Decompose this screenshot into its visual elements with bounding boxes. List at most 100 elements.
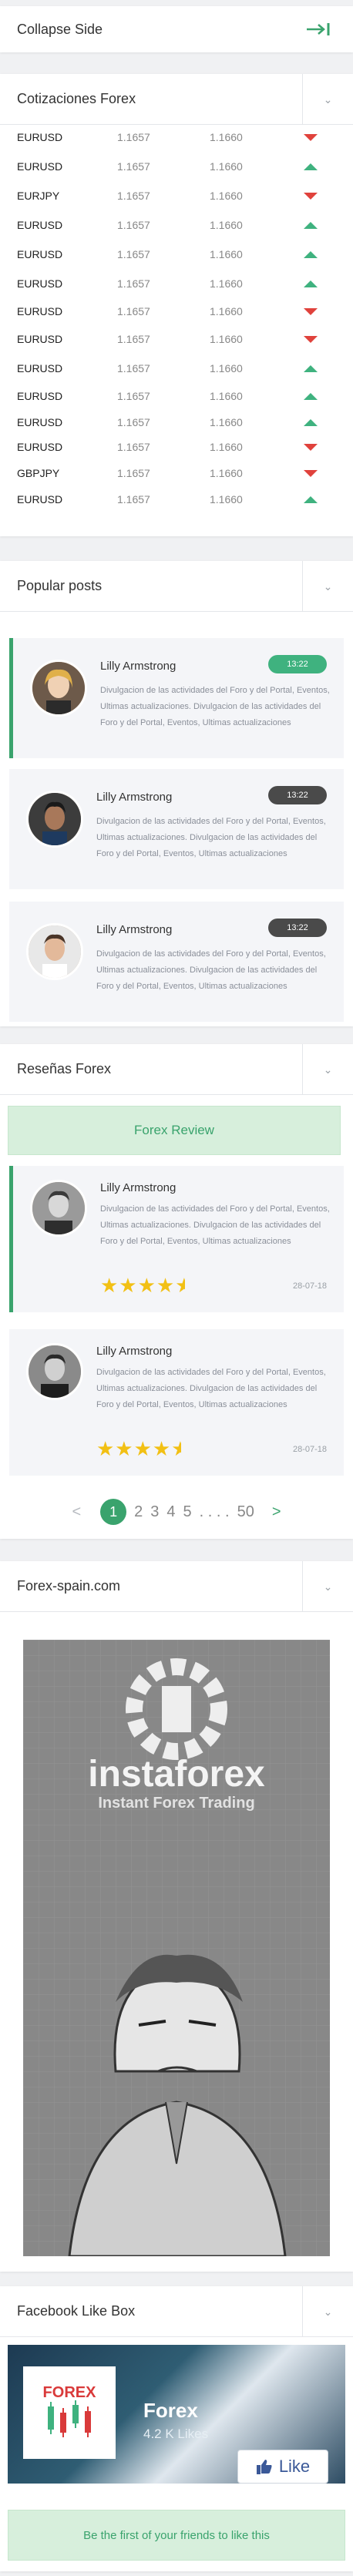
spain-title: Forex-spain.com [17,1578,121,1594]
forex-review-button[interactable]: Forex Review [8,1106,341,1155]
quote-row: EURUSD 1.1657 1.1660 [0,297,353,325]
star-icon: ★★★★ [96,1437,172,1460]
collapse-arrow-icon[interactable] [305,22,331,36]
post-item[interactable]: Lilly Armstrong 13:22 Divulgacion de las… [9,902,344,1022]
bid-price: 1.1657 [117,362,150,374]
avatar [26,923,83,980]
forex-quotes-panel: Cotizaciones Forex ⌄ EURUSD 1.1657 1.1660 E… [0,74,353,536]
arrow-up-icon [304,280,318,287]
chevron-down-icon: ⌄ [323,92,333,106]
instaforex-banner[interactable]: instaforex Instant Forex Trading [23,1640,330,2256]
collapse-panel[interactable]: Collapse Side [0,6,353,52]
page-link[interactable]: 5 [183,1503,192,1521]
ask-price: 1.1660 [210,362,243,374]
ask-price: 1.1660 [210,131,243,143]
time-badge: 13:22 [268,655,327,673]
ask-price: 1.1660 [210,305,243,317]
page-link-active[interactable]: 1 [100,1499,127,1525]
like-label: Like [278,2457,311,2476]
currency-pair: EURUSD [17,441,63,453]
banner-tagline: Instant Forex Trading [98,1795,254,1812]
quote-row: EURUSD 1.1657 1.1660 [0,354,353,382]
collapse-header[interactable]: Collapse Side [0,6,353,52]
facebook-like-button[interactable]: Like [237,2450,328,2484]
arrow-down-icon [304,192,318,200]
currency-pair: GBPJPY [17,467,60,479]
pagination-prev[interactable]: < [72,1503,81,1521]
bid-price: 1.1657 [117,493,150,505]
review-date: 28-07-18 [292,1445,327,1454]
arrow-down-icon [304,307,318,315]
ask-price: 1.1660 [210,390,243,402]
quote-row: EURUSD 1.1657 1.1660 [0,382,353,410]
thumbs-up-icon [256,2460,272,2474]
facebook-title: Facebook Like Box [17,2303,136,2319]
spain-toggle[interactable]: ⌄ [302,1561,353,1612]
bid-price: 1.1657 [117,416,150,428]
star-rating: ★★★★★ [96,1437,181,1461]
forex-spain-panel: Forex-spain.com ⌄ instaforex Instant For… [0,1561,353,2272]
post-author: Lilly Armstrong [96,791,173,804]
bid-price: 1.1657 [117,467,150,479]
posts-header: Popular posts ⌄ [0,561,353,612]
ask-price: 1.1660 [210,441,243,453]
review-date: 28-07-18 [292,1281,327,1291]
currency-pair: EURUSD [17,160,63,173]
facebook-cover[interactable]: FOREX Forex 4.2 K Likes Like [8,2345,345,2484]
reviews-toggle[interactable]: ⌄ [302,1044,353,1095]
pagination: < 1 2 3 4 5 . . . . 50 > [0,1499,353,1525]
bid-price: 1.1657 [117,131,150,143]
quote-row: EURJPY 1.1657 1.1660 [0,182,353,210]
arrow-up-icon [304,221,318,229]
arrow-up-icon [304,418,318,426]
review-item[interactable]: Lilly Armstrong Divulgacion de las activ… [9,1166,344,1312]
currency-pair: EURJPY [17,190,60,202]
sidebar: Collapse Side Cotizaciones Forex ⌄ EURUS… [0,0,353,2576]
arrow-down-icon [304,469,318,477]
forex-logo[interactable]: FOREX [23,2366,116,2459]
currency-pair: EURUSD [17,131,63,143]
quotes-toggle[interactable]: ⌄ [302,74,353,125]
star-rating: ★★★★★ [100,1274,185,1298]
friends-like-notice: Be the first of your friends to like thi… [8,2510,345,2561]
banner-graphic-icon: instaforex Instant Forex Trading [23,1640,330,2256]
chevron-down-icon: ⌄ [323,2305,333,2318]
facebook-page-name[interactable]: Forex [143,2399,198,2423]
review-item[interactable]: Lilly Armstrong Divulgacion de las activ… [9,1329,344,1476]
bid-price: 1.1657 [117,219,150,231]
post-item[interactable]: Lilly Armstrong 13:22 Divulgacion de las… [9,769,344,889]
post-excerpt: Divulgacion de las actividades del Foro … [100,686,330,727]
post-item[interactable]: Lilly Armstrong 13:22 Divulgacion de las… [9,638,344,758]
posts-toggle[interactable]: ⌄ [302,561,353,612]
currency-pair: EURUSD [17,416,63,428]
posts-title: Popular posts [17,578,103,593]
chevron-down-icon: ⌄ [323,1580,333,1593]
ask-price: 1.1660 [210,493,243,505]
logo-text: FOREX [43,2384,97,2401]
post-excerpt: Divulgacion de las actividades del Foro … [96,817,326,858]
arrow-up-icon [304,163,318,170]
quote-row: EURUSD 1.1657 1.1660 [0,153,353,180]
ask-price: 1.1660 [210,248,243,260]
reviews-title: Reseñas Forex [17,1061,112,1076]
page-link[interactable]: 3 [150,1503,159,1521]
page-link[interactable]: 50 [237,1503,254,1521]
post-excerpt: Divulgacion de las actividades del Foro … [96,949,326,991]
page-link[interactable]: 2 [134,1503,143,1521]
quote-row: EURUSD 1.1657 1.1660 [0,485,353,513]
avatar [30,1180,87,1237]
post-author: Lilly Armstrong [100,660,176,673]
arrow-up-icon [304,495,318,503]
ask-price: 1.1660 [210,190,243,202]
bid-price: 1.1657 [117,190,150,202]
half-star-icon: ★ [171,1437,182,1460]
avatar [26,1343,83,1400]
avatar [30,660,87,717]
post-author: Lilly Armstrong [96,923,173,936]
pagination-ellipsis: . . . . [199,1503,230,1520]
quote-row: EURUSD 1.1657 1.1660 [0,270,353,297]
facebook-toggle[interactable]: ⌄ [302,2286,353,2337]
time-badge: 13:22 [268,919,327,937]
pagination-next[interactable]: > [272,1503,281,1521]
page-link[interactable]: 4 [166,1503,175,1521]
